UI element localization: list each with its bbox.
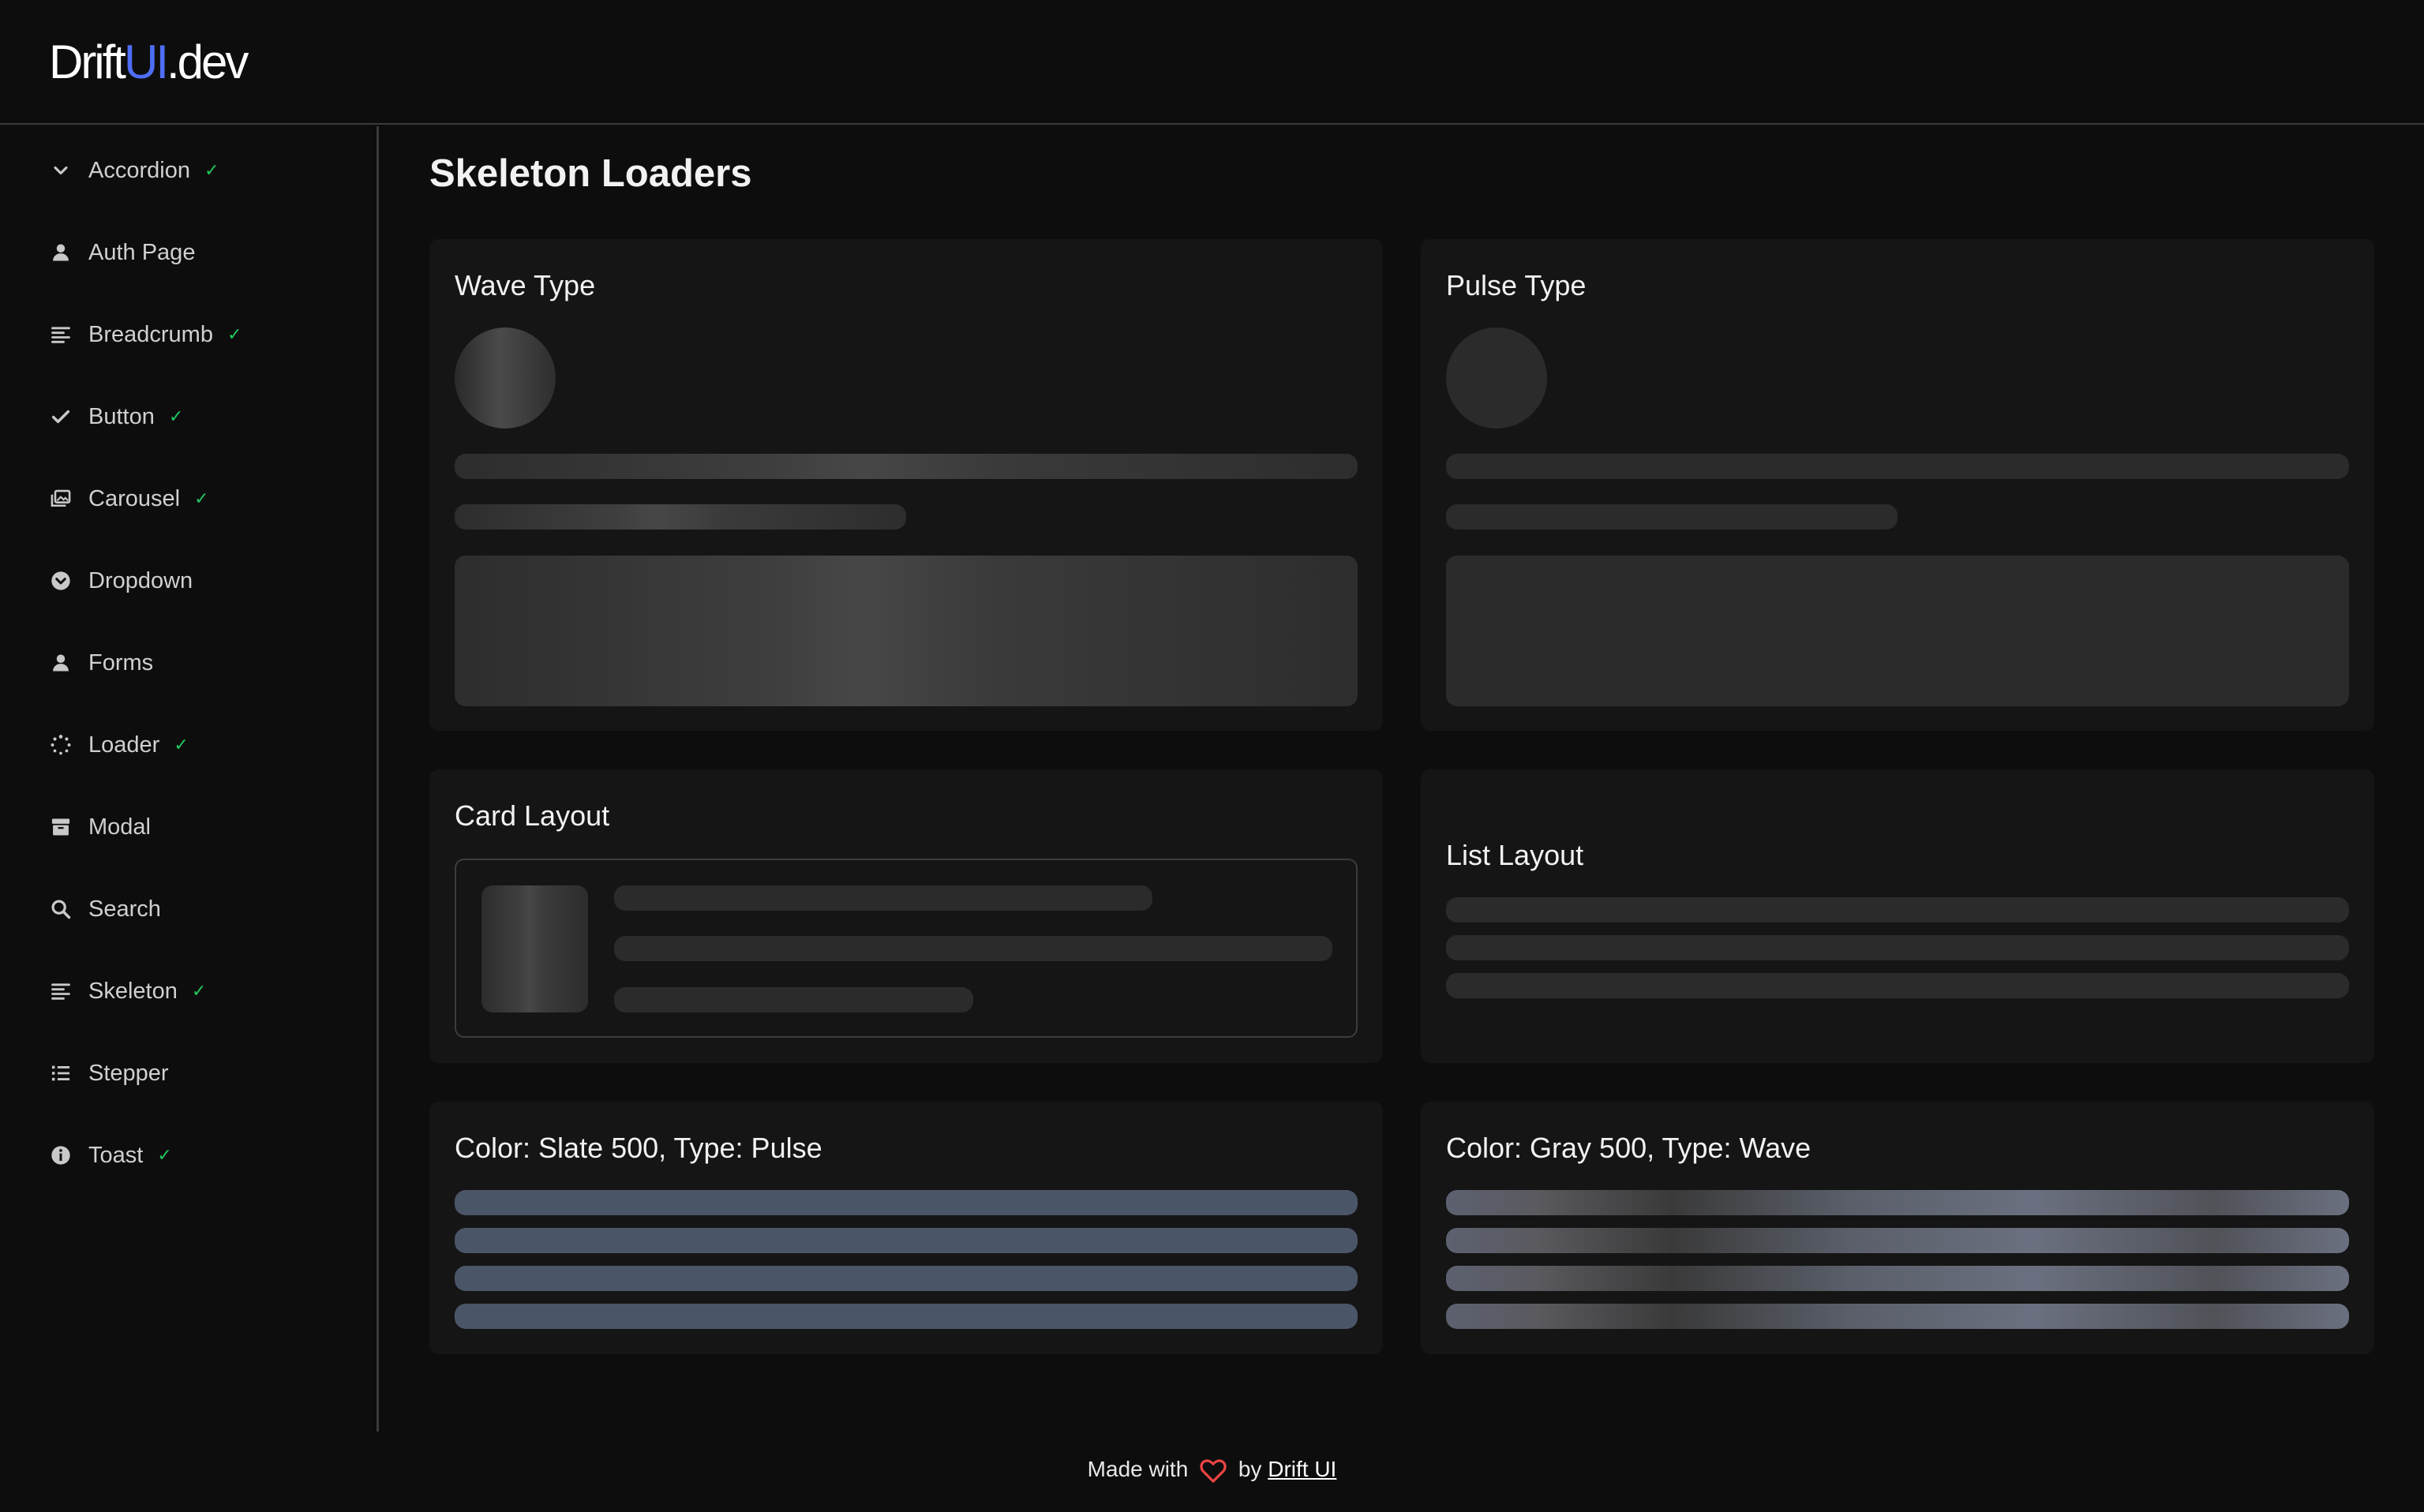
sidebar-item-label: Skeleton: [88, 978, 178, 1004]
page-title: Skeleton Loaders: [429, 152, 752, 195]
sidebar-item-carousel[interactable]: Carousel ✓: [49, 477, 209, 521]
logo-text-ui: UI: [123, 36, 169, 88]
skeleton-line: [455, 504, 906, 530]
done-check-icon: ✓: [157, 1145, 172, 1165]
skeleton-line: [455, 454, 1358, 479]
images-icon: [49, 487, 73, 511]
sidebar-item-skeleton[interactable]: Skeleton ✓: [49, 969, 206, 1013]
done-check-icon: ✓: [191, 981, 207, 1001]
sidebar-item-label: Carousel: [88, 485, 181, 511]
skeleton-line: [1446, 1304, 2349, 1329]
sidebar-item-button[interactable]: Button ✓: [49, 395, 183, 439]
skeleton-line: [614, 987, 973, 1012]
card-wave-type: Wave Type: [429, 239, 1383, 731]
skeleton-block: [1446, 556, 2349, 706]
sidebar-item-dropdown[interactable]: Dropdown: [49, 559, 193, 603]
done-check-icon: ✓: [227, 324, 242, 344]
sidebar-item-label: Breadcrumb: [88, 321, 213, 347]
sidebar-item-modal[interactable]: Modal: [49, 805, 151, 849]
card-title: Color: Slate 500, Type: Pulse: [455, 1132, 822, 1164]
skeleton-thumbnail: [481, 885, 588, 1012]
heart-icon: [1199, 1458, 1227, 1484]
sidebar-item-loader[interactable]: Loader ✓: [49, 723, 189, 767]
sidebar-item-label: Modal: [88, 814, 151, 840]
align-left-icon: [49, 979, 73, 1003]
list-icon: [49, 1061, 73, 1085]
sidebar-item-toast[interactable]: Toast ✓: [49, 1133, 172, 1177]
user-icon: [49, 241, 73, 264]
chevron-down-icon: [49, 159, 73, 182]
sidebar-item-auth-page[interactable]: Auth Page: [49, 230, 195, 275]
sidebar-item-label: Loader: [88, 732, 160, 758]
skeleton-line: [614, 936, 1332, 961]
sidebar-item-stepper[interactable]: Stepper: [49, 1051, 169, 1095]
sidebar-item-label: Toast: [88, 1142, 144, 1168]
skeleton-line: [455, 1304, 1358, 1329]
spinner-icon: [49, 733, 73, 757]
skeleton-line: [455, 1228, 1358, 1253]
skeleton-line: [1446, 897, 2349, 923]
card-title: Color: Gray 500, Type: Wave: [1446, 1132, 1811, 1164]
skeleton-line: [1446, 504, 1898, 530]
card-title: Wave Type: [455, 269, 596, 301]
skeleton-avatar: [1446, 327, 1547, 429]
sidebar-item-breadcrumb[interactable]: Breadcrumb ✓: [49, 313, 242, 357]
skeleton-card: [455, 859, 1358, 1038]
box-icon: [49, 815, 73, 839]
footer-made-with: Made with: [1087, 1457, 1189, 1481]
card-title: List Layout: [1446, 839, 1584, 871]
skeleton-line: [1446, 935, 2349, 960]
sidebar-item-forms[interactable]: Forms: [49, 641, 153, 685]
sidebar-item-label: Stepper: [88, 1060, 169, 1086]
skeleton-line: [614, 885, 1152, 911]
sidebar-item-label: Accordion: [88, 157, 190, 183]
logo-text-dev: .dev: [166, 36, 249, 88]
sidebar-item-label: Search: [88, 896, 161, 922]
skeleton-line: [1446, 1266, 2349, 1291]
user-icon: [49, 651, 73, 675]
skeleton-avatar: [455, 327, 556, 429]
card-title: Card Layout: [455, 799, 610, 832]
skeleton-line: [1446, 1228, 2349, 1253]
sidebar-item-label: Dropdown: [88, 567, 193, 593]
logo-text-drift: Drift: [49, 36, 126, 88]
skeleton-block: [455, 556, 1358, 706]
logo[interactable]: DriftUI.dev: [49, 35, 249, 89]
skeleton-line: [455, 1190, 1358, 1215]
align-left-icon: [49, 323, 73, 346]
done-check-icon: ✓: [194, 488, 209, 508]
sidebar-item-search[interactable]: Search: [49, 887, 161, 931]
sidebar: Accordion ✓ Auth Page Breadcrumb ✓ Button ✓ Car…: [0, 126, 379, 1432]
check-icon: [49, 405, 73, 429]
done-check-icon: ✓: [174, 735, 189, 754]
card-list-layout: List Layout: [1421, 769, 2374, 1063]
sidebar-item-label: Auth Page: [88, 239, 196, 265]
done-check-icon: ✓: [168, 406, 184, 426]
card-card-layout: Card Layout: [429, 769, 1383, 1063]
sidebar-item-label: Forms: [88, 649, 154, 676]
card-slate-pulse: Color: Slate 500, Type: Pulse: [429, 1102, 1383, 1354]
footer: Made with by Drift UI: [0, 1457, 2424, 1484]
skeleton-line: [1446, 1190, 2349, 1215]
card-gray-wave: Color: Gray 500, Type: Wave: [1421, 1102, 2374, 1354]
circle-chevron-icon: [49, 569, 73, 593]
sidebar-item-accordion[interactable]: Accordion ✓: [49, 148, 219, 193]
skeleton-line: [455, 1266, 1358, 1291]
done-check-icon: ✓: [204, 160, 219, 180]
card-title: Pulse Type: [1446, 269, 1587, 301]
skeleton-line: [1446, 454, 2349, 479]
sidebar-item-label: Button: [88, 403, 155, 429]
footer-by: by: [1238, 1457, 1262, 1481]
footer-link-drift-ui[interactable]: Drift UI: [1268, 1457, 1336, 1481]
search-icon: [49, 897, 73, 921]
card-pulse-type: Pulse Type: [1421, 239, 2374, 731]
info-icon: [49, 1143, 73, 1167]
header: DriftUI.dev: [0, 0, 2424, 125]
skeleton-line: [1446, 973, 2349, 998]
